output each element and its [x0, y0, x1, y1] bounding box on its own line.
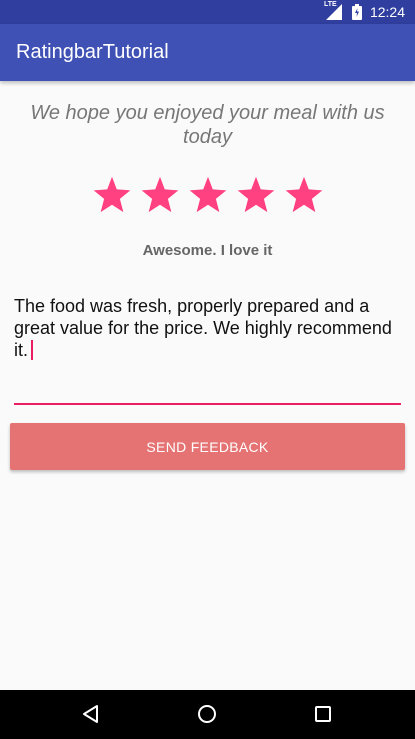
back-icon[interactable]	[79, 702, 103, 726]
app-title: RatingbarTutorial	[16, 41, 169, 63]
navigation-bar	[0, 690, 415, 739]
signal-icon: LTE	[323, 1, 344, 21]
status-bar: LTE 12:24	[0, 0, 415, 24]
network-type-label: LTE	[323, 1, 337, 8]
star-icon[interactable]	[234, 174, 278, 218]
star-icon[interactable]	[138, 174, 182, 218]
rating-text: Awesome. I love it	[142, 242, 273, 259]
feedback-underline	[14, 403, 401, 405]
app-bar: RatingbarTutorial	[0, 24, 415, 81]
feedback-value[interactable]: The food was fresh, properly prepared an…	[14, 296, 392, 360]
battery-icon	[351, 4, 362, 20]
feedback-input[interactable]: The food was fresh, properly prepared an…	[14, 295, 401, 361]
star-icon[interactable]	[90, 174, 134, 218]
rating-bar[interactable]	[0, 174, 415, 218]
status-time: 12:24	[369, 4, 405, 20]
home-icon[interactable]	[195, 702, 219, 726]
feedback-field[interactable]: The food was fresh, properly prepared an…	[14, 295, 401, 405]
star-icon[interactable]	[186, 174, 230, 218]
send-feedback-button[interactable]: SEND FEEDBACK	[10, 423, 405, 470]
star-icon[interactable]	[282, 174, 326, 218]
prompt-text: We hope you enjoyed your meal with us to…	[30, 102, 385, 148]
recents-icon[interactable]	[311, 702, 335, 726]
status-icons: LTE 12:24	[324, 0, 405, 24]
text-cursor	[31, 340, 34, 360]
main-content: We hope you enjoyed your meal with us to…	[0, 81, 415, 690]
